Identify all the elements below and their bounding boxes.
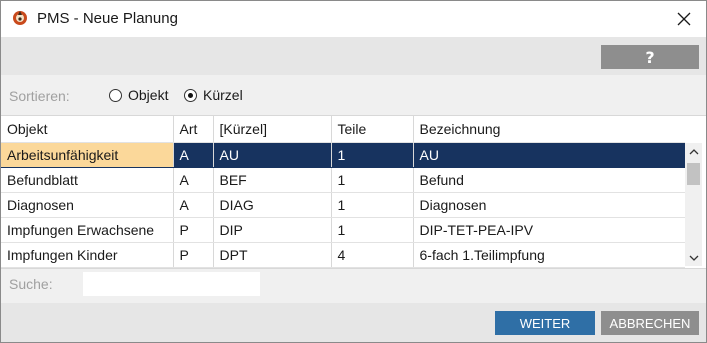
column-header-teile[interactable]: Teile: [331, 116, 414, 143]
table-scrollbar[interactable]: [685, 143, 702, 266]
cell-teile: 1: [331, 167, 414, 193]
radio-circle: [109, 88, 122, 102]
table-row[interactable]: Diagnosen A DIAG 1 Diagnosen: [1, 192, 685, 218]
table-row[interactable]: Impfungen Erwachsene P DIP 1 DIP-TET-PEA…: [1, 217, 685, 243]
footer-bar: WEITER ABBRECHEN: [1, 303, 706, 342]
radio-circle-checked: [184, 88, 197, 102]
table-row[interactable]: Arbeitsunfähigkeit A AU 1 AU: [1, 142, 685, 168]
sort-label: Sortieren:: [9, 88, 70, 104]
window-title: PMS - Neue Planung: [37, 10, 178, 27]
cell-art: A: [173, 192, 214, 218]
title-bar: PMS - Neue Planung: [1, 1, 706, 37]
table-row[interactable]: Befundblatt A BEF 1 Befund: [1, 167, 685, 193]
column-header-kuerzel[interactable]: [Kürzel]: [213, 116, 332, 143]
scroll-up-button[interactable]: [685, 143, 702, 160]
cell-art: A: [173, 167, 214, 193]
cell-bezeichnung: 6-fach 1.Teilimpfung: [413, 242, 685, 268]
toolbar: ?: [1, 37, 706, 75]
cell-objekt: Impfungen Erwachsene: [1, 217, 174, 243]
cell-bezeichnung: Diagnosen: [413, 192, 685, 218]
cell-teile: 4: [331, 242, 414, 268]
cell-objekt: Befundblatt: [1, 167, 174, 193]
cell-kuerzel: BEF: [213, 167, 332, 193]
scroll-down-button[interactable]: [685, 249, 702, 266]
cell-kuerzel: DPT: [213, 242, 332, 268]
next-button[interactable]: WEITER: [495, 311, 595, 335]
cell-objekt: Impfungen Kinder: [1, 242, 174, 268]
close-icon: [677, 12, 691, 26]
cell-kuerzel: DIAG: [213, 192, 332, 218]
cell-art: P: [173, 217, 214, 243]
cell-teile: 1: [331, 192, 414, 218]
cancel-button[interactable]: ABBRECHEN: [601, 311, 699, 335]
cell-teile: 1: [331, 217, 414, 243]
radio-label: Objekt: [128, 87, 169, 103]
cell-bezeichnung: Befund: [413, 167, 685, 193]
help-button[interactable]: ?: [601, 45, 699, 69]
sort-options: Sortieren: Objekt Kürzel: [1, 81, 706, 111]
close-button[interactable]: [662, 1, 706, 37]
column-header-objekt[interactable]: Objekt: [1, 116, 174, 143]
cell-bezeichnung: AU: [413, 142, 685, 168]
search-input[interactable]: [83, 272, 260, 296]
table-row[interactable]: Impfungen Kinder P DPT 4 6-fach 1.Teilim…: [1, 242, 685, 268]
column-header-bezeichnung[interactable]: Bezeichnung: [413, 116, 685, 143]
planning-table: Objekt Art [Kürzel] Teile Bezeichnung Ar…: [1, 115, 706, 269]
dialog-window: PMS - Neue Planung ? Sortieren: Objekt K…: [0, 0, 707, 343]
cell-art: A: [173, 142, 214, 168]
cell-kuerzel: AU: [213, 142, 332, 168]
chevron-up-icon: [689, 148, 698, 154]
chevron-down-icon: [689, 255, 698, 261]
column-header-art[interactable]: Art: [173, 116, 214, 143]
sort-radio-kuerzel[interactable]: Kürzel: [184, 87, 243, 103]
search-label: Suche:: [9, 276, 53, 292]
cell-bezeichnung: DIP-TET-PEA-IPV: [413, 217, 685, 243]
table-header-row: Objekt Art [Kürzel] Teile Bezeichnung: [1, 116, 685, 143]
sort-radio-objekt[interactable]: Objekt: [109, 87, 168, 103]
cell-objekt: Arbeitsunfähigkeit: [1, 142, 174, 168]
app-logo-icon: [13, 11, 27, 25]
cell-teile: 1: [331, 142, 414, 168]
cell-objekt: Diagnosen: [1, 192, 174, 218]
radio-label: Kürzel: [203, 87, 243, 103]
scroll-thumb[interactable]: [687, 163, 700, 185]
cell-art: P: [173, 242, 214, 268]
cell-kuerzel: DIP: [213, 217, 332, 243]
